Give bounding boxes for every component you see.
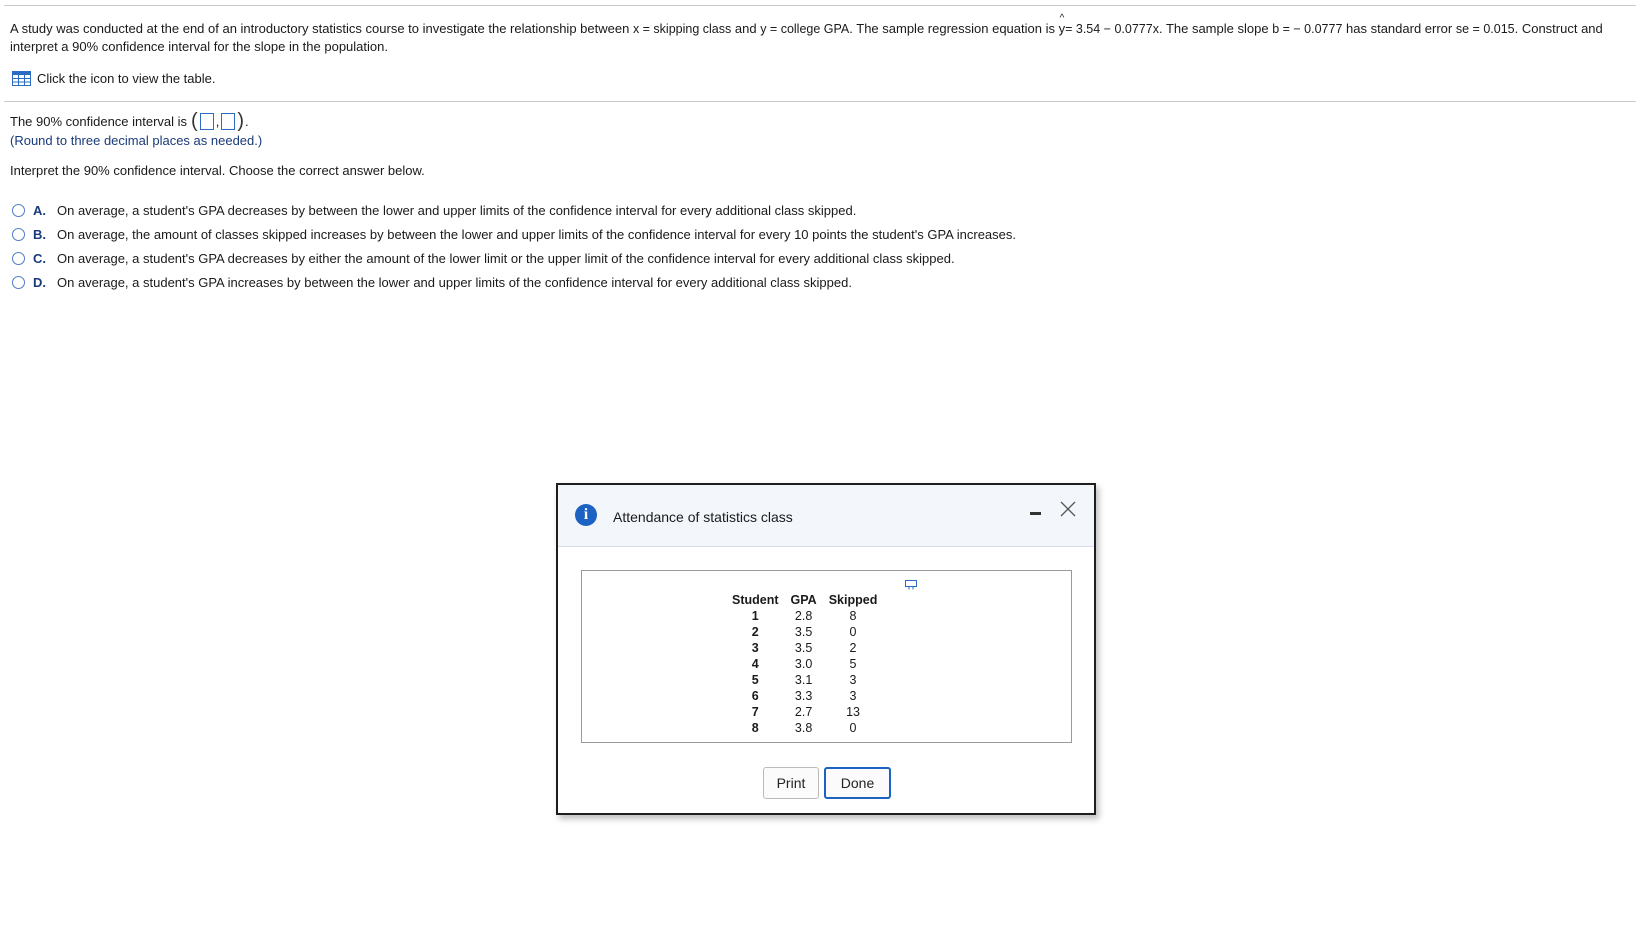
cell-skipped: 8 — [849, 609, 857, 623]
cell-skipped: 2 — [849, 641, 857, 655]
option-letter: B. — [33, 226, 46, 242]
data-table: Student GPA Skipped 1 2.8 8 2 3.5 0 3 3.5 2 43… — [726, 592, 883, 736]
question-part-3: . The sample slope — [1158, 21, 1269, 36]
table-row: 5 3.1 3 — [726, 672, 883, 688]
sample-slope: b = − 0.0777 — [1272, 22, 1343, 36]
minimize-icon[interactable] — [1028, 503, 1044, 519]
option-a[interactable]: A. On average, a student's GPA decreases… — [12, 198, 1016, 222]
table-header-row: Student GPA Skipped — [726, 592, 883, 608]
cell-student: 4 — [751, 657, 759, 671]
info-icon: i — [575, 504, 597, 526]
table-row: 4 3.0 5 — [726, 656, 883, 672]
cell-student: 6 — [751, 689, 759, 703]
table-row: 2 3.5 0 — [726, 624, 883, 640]
confidence-interval-line: The 90% confidence interval is ( , ) . — [10, 111, 249, 131]
print-button[interactable]: Print — [763, 767, 819, 799]
view-table-link[interactable]: Click the icon to view the table. — [12, 71, 215, 86]
ci-label: The 90% confidence interval is — [10, 113, 188, 129]
copy-icon[interactable] — [905, 580, 917, 590]
question-part-2: . The sample regression equation is — [849, 21, 1055, 36]
table-row: 8 3.8 0 — [726, 720, 883, 736]
dialog-title: Attendance of statistics class — [613, 509, 793, 525]
option-text: On average, the amount of classes skippe… — [57, 226, 1016, 242]
table-row: 6 3.3 3 — [726, 688, 883, 704]
interpret-prompt: Interpret the 90% confidence interval. C… — [10, 163, 425, 178]
cell-skipped: 3 — [849, 673, 857, 687]
cell-gpa: 3.5 — [794, 641, 813, 655]
radio-button[interactable] — [12, 275, 25, 289]
section-divider — [4, 101, 1636, 102]
column-header-gpa: GPA — [790, 593, 817, 607]
table-dialog: i Attendance of statistics class Student… — [556, 483, 1096, 815]
question-part-1: A study was conducted at the end of an i… — [10, 21, 630, 36]
view-table-text[interactable]: Click the icon to view the table. — [37, 71, 215, 86]
option-letter: C. — [33, 250, 46, 266]
comma: , — [215, 113, 220, 129]
table-row: 3 3.5 2 — [726, 640, 883, 656]
option-text: On average, a student's GPA increases by… — [57, 274, 852, 290]
cell-gpa: 2.7 — [794, 705, 813, 719]
period: . — [245, 113, 249, 129]
data-table-frame: Student GPA Skipped 1 2.8 8 2 3.5 0 3 3.5 2 43… — [581, 570, 1072, 743]
cell-gpa: 3.3 — [794, 689, 813, 703]
cell-gpa: 2.8 — [794, 609, 813, 623]
y-hat: y — [1059, 10, 1066, 37]
cell-gpa: 3.8 — [794, 721, 813, 735]
question-text: A study was conducted at the end of an i… — [10, 10, 1625, 55]
table-icon[interactable] — [12, 71, 31, 86]
y-variable: y = college GPA — [760, 22, 850, 36]
radio-button[interactable] — [12, 251, 25, 265]
rounding-note: (Round to three decimal places as needed… — [10, 133, 263, 148]
radio-button[interactable] — [12, 227, 25, 241]
cell-student: 5 — [751, 673, 759, 687]
cell-skipped: 0 — [849, 625, 857, 639]
cell-gpa: 3.1 — [794, 673, 813, 687]
dialog-header: i Attendance of statistics class — [558, 485, 1094, 547]
option-d[interactable]: D. On average, a student's GPA increases… — [12, 270, 1016, 294]
option-c[interactable]: C. On average, a student's GPA decreases… — [12, 246, 1016, 270]
option-text: On average, a student's GPA decreases by… — [57, 202, 857, 218]
done-button[interactable]: Done — [824, 767, 891, 799]
cell-student: 2 — [751, 625, 759, 639]
cell-gpa: 3.0 — [794, 657, 813, 671]
regression-equation: = 3.54 − 0.0777x — [1065, 22, 1159, 36]
table-row: 1 2.8 8 — [726, 608, 883, 624]
question-and: and — [734, 21, 757, 36]
cell-skipped: 5 — [849, 657, 857, 671]
x-variable: x = skipping class — [632, 22, 732, 36]
cell-student: 3 — [751, 641, 759, 655]
cell-student: 7 — [751, 705, 759, 719]
radio-button[interactable] — [12, 203, 25, 217]
top-divider — [4, 5, 1636, 6]
cell-gpa: 3.5 — [794, 625, 813, 639]
option-letter: A. — [33, 202, 46, 218]
cell-skipped: 3 — [849, 689, 857, 703]
open-paren: ( — [191, 110, 198, 132]
close-paren: ) — [237, 110, 245, 132]
option-letter: D. — [33, 274, 46, 290]
cell-student: 1 — [751, 609, 759, 623]
upper-limit-input[interactable] — [221, 112, 236, 130]
column-header-skipped: Skipped — [828, 593, 878, 607]
question-part-4: has standard error — [1346, 21, 1453, 36]
table-row: 7 2.7 13 — [726, 704, 883, 720]
lower-limit-input[interactable] — [199, 112, 214, 130]
cell-skipped: 0 — [849, 721, 857, 735]
option-text: On average, a student's GPA decreases by… — [57, 250, 955, 266]
column-header-student: Student — [732, 593, 779, 607]
standard-error: se = 0.015 — [1455, 22, 1515, 36]
cell-student: 8 — [751, 721, 759, 735]
answer-options: A. On average, a student's GPA decreases… — [12, 198, 1016, 294]
close-icon[interactable] — [1058, 499, 1078, 519]
cell-skipped: 13 — [846, 705, 860, 719]
option-b[interactable]: B. On average, the amount of classes ski… — [12, 222, 1016, 246]
